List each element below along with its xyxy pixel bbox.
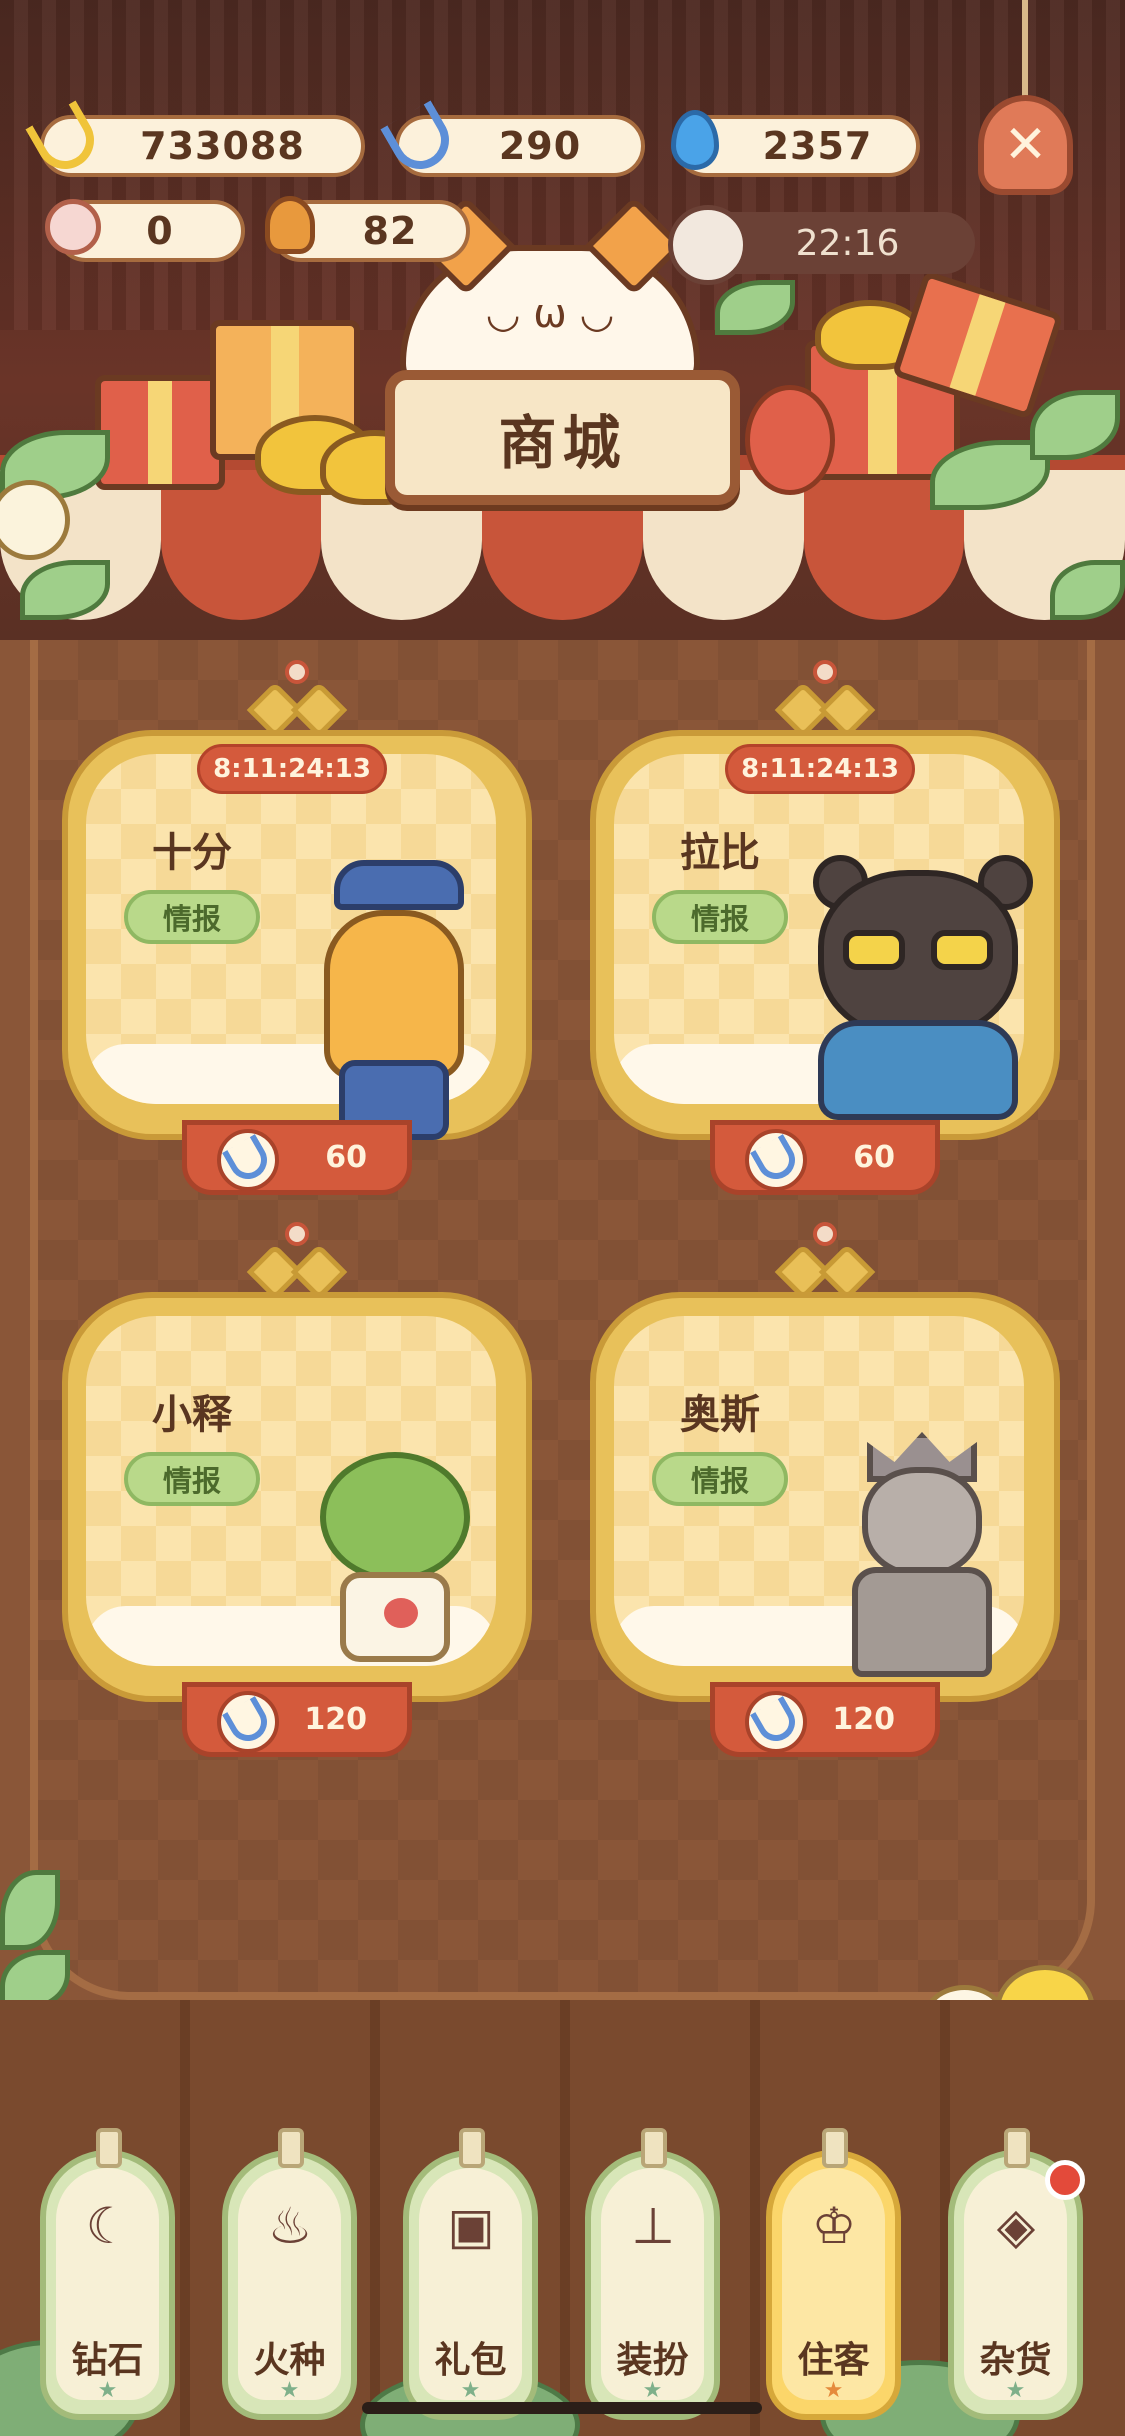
tab-dress-up[interactable]: ⊥ 装扮 ★: [585, 2128, 720, 2420]
blue-flame-icon: [660, 105, 730, 175]
blue-banana-value: 290: [498, 124, 582, 168]
notification-badge: [1045, 2160, 1085, 2200]
tab-label: 杂货: [979, 2340, 1052, 2381]
lamp-police-character: [324, 860, 474, 1150]
price-value: 60: [325, 1140, 367, 1175]
card-hanger: [774, 660, 876, 739]
paw-item-value: 0: [146, 209, 174, 253]
character-name: 小释: [152, 1392, 232, 1438]
character-name: 拉比: [680, 830, 760, 876]
star-icon: ★: [642, 2378, 663, 2403]
blue-banana-icon: [217, 1691, 279, 1753]
shirt-icon: ♔: [811, 2197, 857, 2255]
blue-flame-value: 2357: [762, 124, 873, 168]
tab-label: 火种: [253, 2340, 326, 2381]
info-button[interactable]: 情报: [124, 890, 260, 944]
price-value: 60: [853, 1140, 895, 1175]
character-card[interactable]: 小释 情报 120: [62, 1222, 532, 1757]
drumstick-value: 82: [362, 209, 418, 253]
card-hanger: [774, 1222, 876, 1301]
blue-banana-icon: [745, 1691, 807, 1753]
close-tag-string: [1022, 0, 1028, 100]
card-hanger: [246, 1222, 348, 1301]
price-button[interactable]: 60: [710, 1120, 940, 1195]
tab-gift-pack[interactable]: ▣ 礼包 ★: [403, 2128, 538, 2420]
star-icon: ★: [279, 2378, 300, 2403]
gold-banana-value: 733088: [140, 124, 305, 168]
bear-character: [813, 855, 1033, 1150]
tab-label: 装扮: [616, 2340, 689, 2381]
character-card[interactable]: 8:11:24:13 拉比 情报 60: [590, 660, 1060, 1195]
card-hanger: [246, 660, 348, 739]
star-icon: ★: [97, 2378, 118, 2403]
gift-box-decoration: [95, 375, 225, 490]
paw-bone-icon: [38, 192, 108, 262]
home-indicator[interactable]: [362, 2402, 762, 2414]
character-card[interactable]: 8:11:24:13 十分 情报 60: [62, 660, 532, 1195]
close-button[interactable]: ✕: [978, 95, 1073, 195]
tab-spark[interactable]: ♨ 火种 ★: [222, 2128, 357, 2420]
statue-character: [852, 1432, 1002, 1682]
tab-label: 钻石: [71, 2340, 144, 2381]
flame-icon: ♨: [267, 2197, 313, 2255]
price-button[interactable]: 120: [182, 1682, 412, 1757]
tab-residents[interactable]: ♔ 住客 ★: [766, 2128, 901, 2420]
close-icon: ✕: [1003, 115, 1048, 175]
event-timer-value: 22:16: [795, 222, 900, 264]
blue-banana-icon: [380, 100, 460, 180]
gold-banana-icon: [25, 100, 105, 180]
character-name: 十分: [152, 830, 232, 876]
star-icon: ★: [823, 2378, 844, 2403]
info-button[interactable]: 情报: [652, 1452, 788, 1506]
character-name: 奥斯: [680, 1392, 760, 1438]
blue-banana-icon: [217, 1129, 279, 1191]
brush-icon: ⊥: [631, 2197, 675, 2255]
plant-character: [320, 1452, 480, 1682]
tab-diamond[interactable]: ☾ 钻石 ★: [40, 2128, 175, 2420]
bird-icon: [668, 205, 748, 285]
price-button[interactable]: 120: [710, 1682, 940, 1757]
goods-icon: ◈: [996, 2197, 1036, 2255]
shop-title-sign: 商城: [385, 370, 740, 505]
character-card[interactable]: 奥斯 情报 120: [590, 1222, 1060, 1757]
price-value: 120: [304, 1702, 367, 1737]
star-icon: ★: [1005, 2378, 1026, 2403]
drumstick-icon: [255, 190, 325, 260]
price-value: 120: [832, 1702, 895, 1737]
card-timer: 8:11:24:13: [725, 744, 915, 794]
star-icon: ★: [460, 2378, 481, 2403]
price-button[interactable]: 60: [182, 1120, 412, 1195]
info-button[interactable]: 情报: [124, 1452, 260, 1506]
daruma-decoration: [745, 385, 835, 495]
shop-title: 商城: [498, 408, 627, 477]
banana-icon: ☾: [85, 2197, 131, 2255]
tab-label: 礼包: [434, 2340, 507, 2381]
info-button[interactable]: 情报: [652, 890, 788, 944]
card-timer: 8:11:24:13: [197, 744, 387, 794]
gift-icon: ▣: [447, 2197, 495, 2255]
blue-banana-icon: [745, 1129, 807, 1191]
tab-label: 住客: [797, 2340, 870, 2381]
